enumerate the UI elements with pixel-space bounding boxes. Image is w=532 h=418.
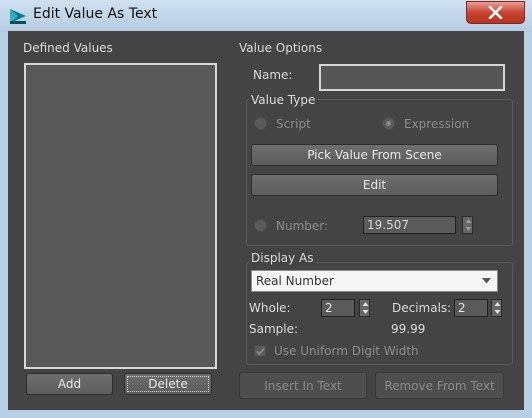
sample-label: Sample: (249, 322, 299, 336)
close-icon (488, 6, 503, 19)
dialog-client-area: Defined Values Add Delete Value Options … (8, 31, 524, 410)
script-radio[interactable] (254, 117, 267, 130)
value-type-label: Value Type (249, 93, 318, 107)
decimals-spinner[interactable] (491, 299, 502, 317)
name-field[interactable] (319, 64, 505, 91)
chevron-down-icon (482, 278, 491, 284)
edit-button[interactable]: Edit (251, 174, 498, 196)
display-as-dropdown[interactable]: Real Number (251, 270, 498, 292)
title-bar[interactable]: Edit Value As Text (0, 0, 532, 32)
script-radio-label: Script (276, 117, 311, 131)
insert-in-text-button[interactable]: Insert In Text (239, 372, 367, 399)
name-label: Name: (253, 68, 293, 82)
display-as-selected: Real Number (256, 274, 334, 288)
whole-label: Whole: (249, 301, 291, 315)
defined-values-list[interactable] (24, 63, 217, 369)
pick-value-from-scene-button[interactable]: Pick Value From Scene (251, 144, 498, 166)
sample-value: 99.99 (391, 322, 426, 336)
expression-radio[interactable] (382, 117, 395, 130)
whole-spinner[interactable] (359, 299, 370, 317)
decimals-label: Decimals: (392, 301, 452, 315)
expression-radio-label: Expression (404, 117, 470, 131)
add-button[interactable]: Add (26, 373, 113, 395)
display-as-label: Display As (249, 251, 316, 265)
value-options-label: Value Options (239, 41, 323, 55)
whole-input[interactable]: 2 (321, 299, 355, 317)
window-title: Edit Value As Text (33, 6, 158, 22)
uniform-digit-width-label: Use Uniform Digit Width (274, 344, 419, 358)
spinner-arrows-icon (465, 219, 472, 231)
close-button[interactable] (466, 1, 525, 24)
3dsmax-app-icon (9, 7, 27, 25)
number-spinner[interactable] (462, 216, 473, 234)
edit-value-as-text-dialog: Edit Value As Text Defined Values Add De… (0, 0, 532, 418)
spinner-arrows-icon (494, 302, 501, 314)
number-radio-label: Number: (276, 219, 329, 233)
spinner-arrows-icon (362, 302, 369, 314)
remove-from-text-button[interactable]: Remove From Text (375, 372, 504, 399)
defined-values-label: Defined Values (23, 41, 113, 55)
decimals-input[interactable]: 2 (454, 299, 488, 317)
checkmark-icon (256, 347, 265, 356)
uniform-digit-width-checkbox[interactable] (254, 345, 266, 357)
number-radio[interactable] (254, 219, 267, 232)
delete-button[interactable]: Delete (124, 373, 212, 395)
number-input[interactable]: 19.507 (363, 216, 456, 234)
